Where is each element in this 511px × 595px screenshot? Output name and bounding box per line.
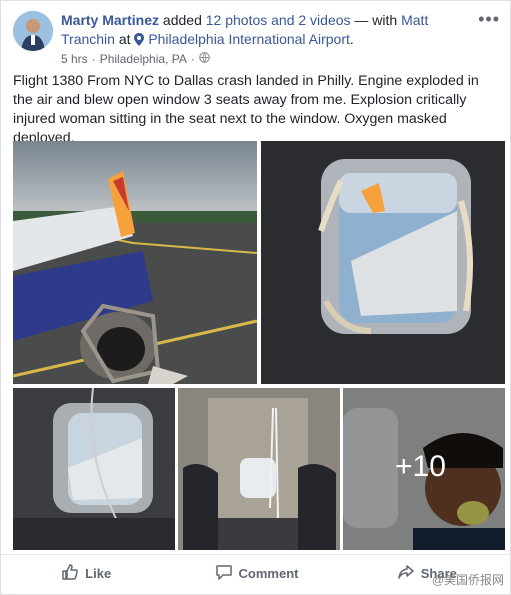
post-place[interactable]: Philadelphia, PA <box>100 52 187 66</box>
like-button[interactable]: Like <box>1 555 171 591</box>
more-photos-count[interactable]: +10 <box>395 450 446 484</box>
photo-window-frame[interactable] <box>13 388 175 550</box>
media-count-link[interactable]: 12 photos and 2 videos <box>206 12 351 28</box>
verb-text: added <box>162 12 202 28</box>
at-text: at <box>118 31 131 47</box>
meta-separator: · <box>91 52 96 66</box>
post-text: Flight 1380 From NYC to Dallas crash lan… <box>13 73 479 146</box>
post-header: Marty Martinez added 12 photos and 2 vid… <box>61 11 481 51</box>
thumbs-up-icon <box>61 563 79 584</box>
post-time[interactable]: 5 hrs <box>61 52 88 66</box>
pin-icon <box>134 32 145 51</box>
with-text: — with <box>354 12 398 28</box>
location-link[interactable]: Philadelphia International Airport <box>148 31 350 47</box>
facebook-post: Marty Martinez added 12 photos and 2 vid… <box>0 0 511 595</box>
author-name[interactable]: Marty Martinez <box>61 12 159 28</box>
more-options-icon[interactable]: ••• <box>478 9 500 30</box>
photo-window[interactable] <box>261 141 505 384</box>
meta-separator-2: · <box>190 52 195 66</box>
comment-label: Comment <box>238 565 299 581</box>
header-period: . <box>349 31 354 47</box>
watermark-text: @美国侨报网 <box>431 573 504 587</box>
like-label: Like <box>85 565 112 581</box>
avatar[interactable] <box>13 11 53 51</box>
photo-cabin-seats[interactable] <box>178 388 340 550</box>
photo-engine[interactable] <box>13 141 257 384</box>
share-icon <box>397 563 415 584</box>
watermark: @美国侨报网 <box>432 571 504 588</box>
comment-button[interactable]: Comment <box>171 555 341 591</box>
globe-icon[interactable] <box>199 52 210 66</box>
comment-icon <box>215 563 233 584</box>
photo-more-overlay[interactable]: +10 <box>343 388 505 550</box>
post-meta: 5 hrs · Philadelphia, PA · <box>61 52 210 66</box>
